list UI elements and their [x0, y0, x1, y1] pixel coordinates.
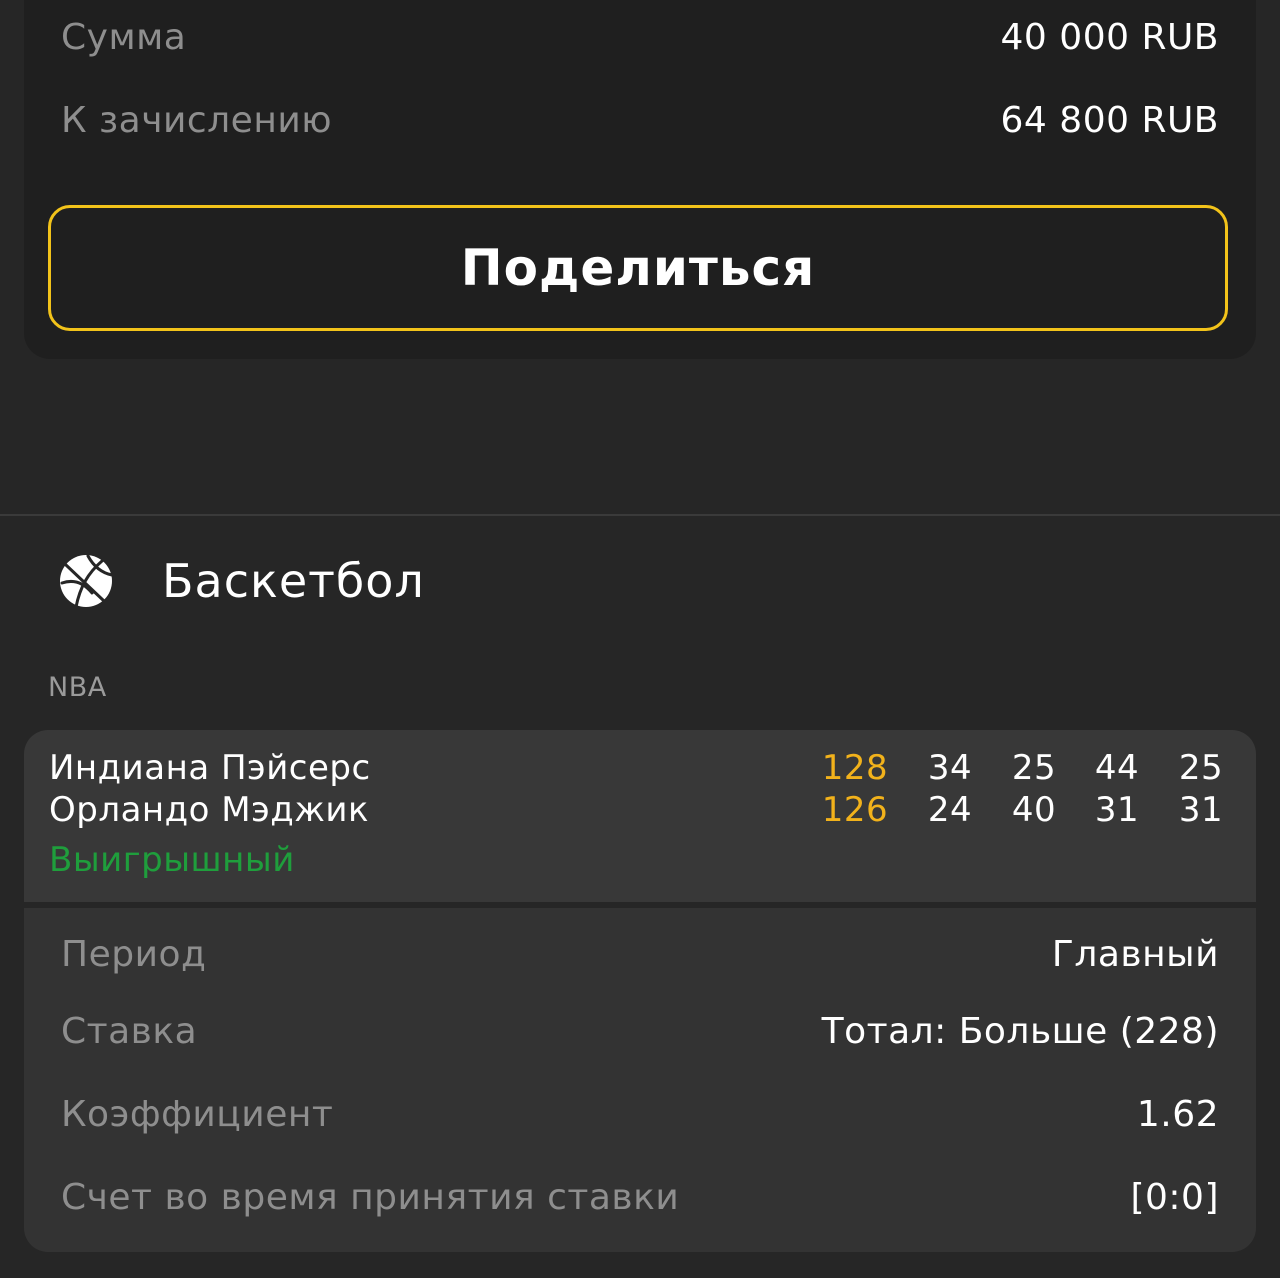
- sport-header: Баскетбол: [0, 516, 1280, 666]
- team-row-away: Орландо Мэджик 126 24 40 31 31: [49, 790, 1234, 832]
- basketball-icon: [60, 554, 114, 609]
- payout-row: К зачислению 64 800 RUB: [61, 100, 1219, 141]
- quarter-score: 31: [1094, 790, 1140, 830]
- quarter-score: 25: [1178, 748, 1224, 788]
- bet-label: Ставка: [61, 1011, 198, 1052]
- bet-time-score-row: Счет во время принятия ставки [0:0]: [61, 1177, 1219, 1218]
- share-button[interactable]: Поделиться: [48, 205, 1228, 331]
- bet-details-screen: Сумма 40 000 RUB К зачислению 64 800 RUB…: [0, 0, 1280, 1278]
- period-value: Главный: [1051, 934, 1219, 975]
- team-name: Орландо Мэджик: [49, 790, 370, 830]
- quarter-score: 24: [927, 790, 973, 830]
- amount-row: Сумма 40 000 RUB: [61, 17, 1219, 58]
- bet-details-card: Период Главный Ставка Тотал: Больше (228…: [24, 908, 1256, 1252]
- bet-value: Тотал: Больше (228): [821, 1011, 1219, 1052]
- amount-value: 40 000 RUB: [1000, 17, 1219, 58]
- payout-label: К зачислению: [61, 100, 333, 141]
- team-name: Индиана Пэйсерс: [49, 748, 371, 788]
- league-label: NBA: [48, 672, 107, 703]
- quarter-score: 34: [927, 748, 973, 788]
- bet-summary-card: Сумма 40 000 RUB К зачислению 64 800 RUB…: [24, 0, 1256, 359]
- period-row: Период Главный: [61, 934, 1219, 975]
- bet-row: Ставка Тотал: Больше (228): [61, 1011, 1219, 1052]
- quarter-score: 40: [1011, 790, 1057, 830]
- period-label: Период: [61, 934, 207, 975]
- odds-row: Коэффициент 1.62: [61, 1094, 1219, 1135]
- bet-status: Выигрышный: [49, 840, 295, 880]
- payout-value: 64 800 RUB: [1000, 100, 1219, 141]
- odds-label: Коэффициент: [61, 1094, 334, 1135]
- quarter-score: 31: [1178, 790, 1224, 830]
- sport-title: Баскетбол: [162, 554, 425, 608]
- quarter-score: 44: [1094, 748, 1140, 788]
- odds-value: 1.62: [1136, 1094, 1219, 1135]
- quarter-score: 25: [1011, 748, 1057, 788]
- bet-time-score-label: Счет во время принятия ставки: [61, 1177, 680, 1218]
- bet-time-score-value: [0:0]: [1130, 1177, 1219, 1218]
- team-row-home: Индиана Пэйсерс 128 34 25 44 25: [49, 748, 1234, 790]
- amount-label: Сумма: [61, 17, 187, 58]
- team-total-score: 128: [821, 748, 889, 788]
- match-card[interactable]: Индиана Пэйсерс 128 34 25 44 25 Орландо …: [24, 730, 1256, 902]
- team-total-score: 126: [821, 790, 889, 830]
